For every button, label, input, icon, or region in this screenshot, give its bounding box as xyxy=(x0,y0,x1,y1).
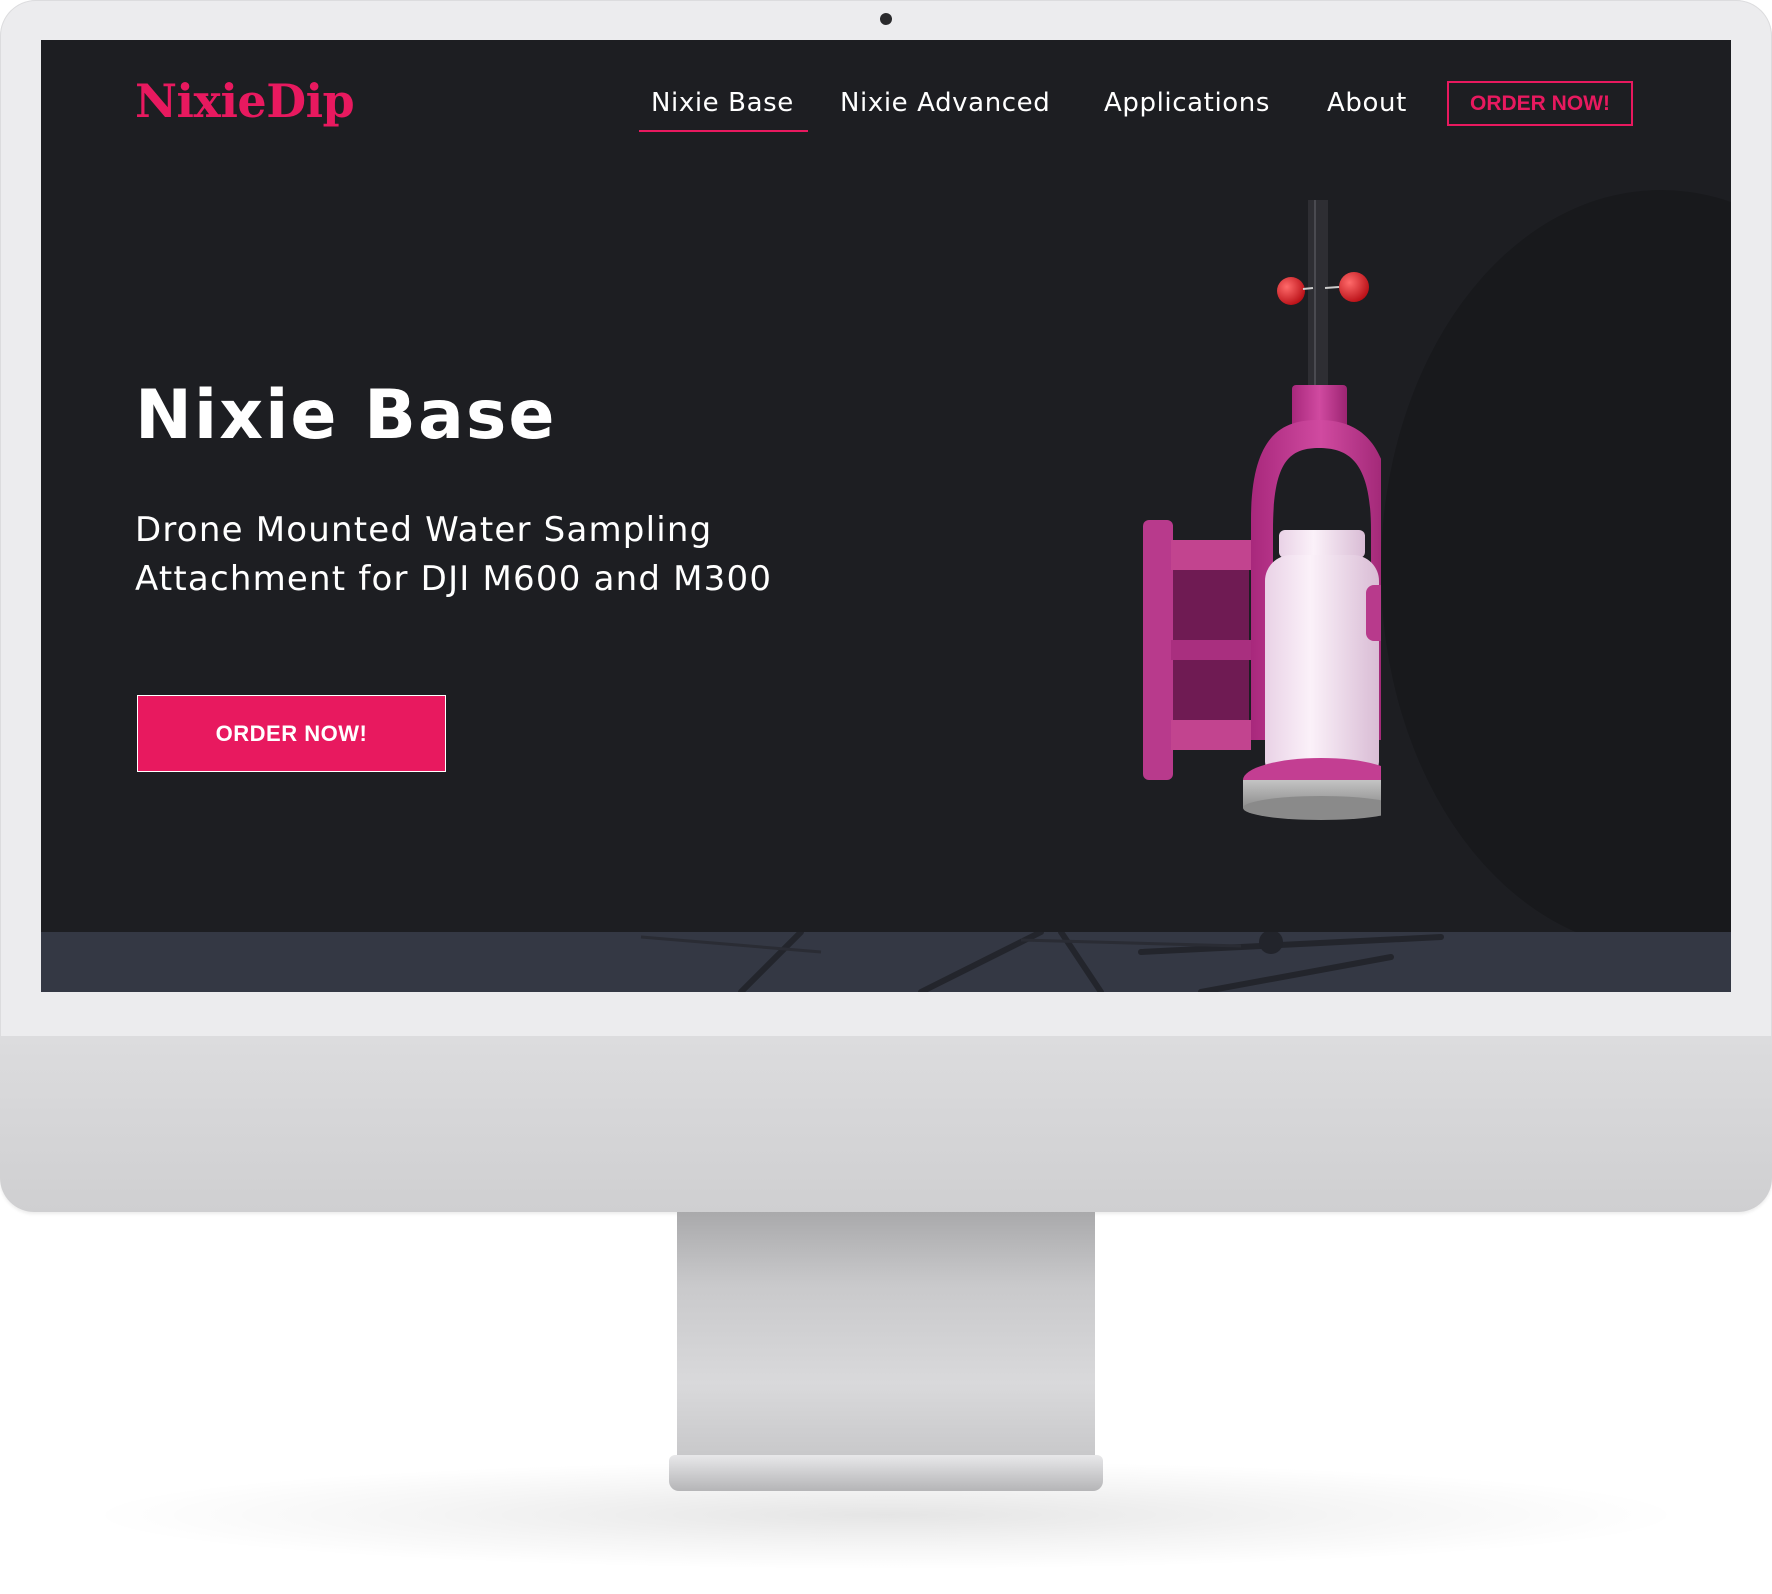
monitor-stand xyxy=(677,1212,1095,1457)
nav-order-button[interactable]: ORDER NOW! xyxy=(1447,81,1633,126)
background-shape xyxy=(1381,190,1731,950)
nav-item-about[interactable]: About xyxy=(1327,88,1407,118)
website-screen: NixieDip Nixie Base Nixie Advanced Appli… xyxy=(41,40,1731,992)
camera-icon xyxy=(880,13,892,25)
nav-item-nixie-base[interactable]: Nixie Base xyxy=(639,88,808,132)
monitor-chin xyxy=(0,1036,1772,1212)
imac-mockup: NixieDip Nixie Base Nixie Advanced Appli… xyxy=(0,0,1772,1594)
hero-subtitle-line-1: Drone Mounted Water Sampling xyxy=(135,510,713,550)
nav-item-applications[interactable]: Applications xyxy=(1104,88,1270,118)
nav-item-nixie-advanced[interactable]: Nixie Advanced xyxy=(840,88,1050,118)
hero-order-button[interactable]: ORDER NOW! xyxy=(137,695,446,772)
drone-silhouette-image xyxy=(640,932,1444,992)
product-image xyxy=(1143,200,1381,820)
monitor-stand-foot xyxy=(669,1455,1103,1491)
hero-title: Nixie Base xyxy=(135,376,557,455)
next-section-preview xyxy=(41,932,1731,992)
hero-subtitle-line-2: Attachment for DJI M600 and M300 xyxy=(135,559,773,599)
hero-subtitle: Drone Mounted Water Sampling Attachment … xyxy=(135,506,895,604)
